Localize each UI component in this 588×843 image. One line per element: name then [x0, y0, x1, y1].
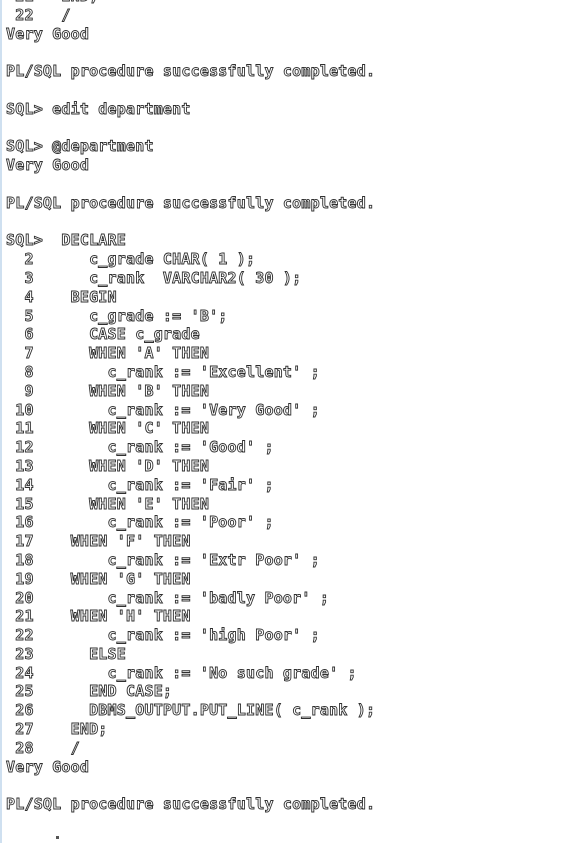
text-cursor — [56, 836, 59, 839]
console-line: Very Good — [6, 156, 90, 175]
console-line: 26 DBMS_OUTPUT.PUT_LINE( c_rank ); — [6, 701, 376, 720]
console-line: 10 c_rank := 'Very Good' ; — [6, 400, 320, 419]
console-line: 25 END CASE; — [6, 682, 173, 701]
console-line: 7 WHEN 'A' THEN — [6, 344, 210, 363]
console-line: 18 c_rank := 'Extr Poor' ; — [6, 550, 320, 569]
console-output: 21 END; 22 /Very GoodPL/SQL procedure su… — [6, 0, 586, 833]
console-line: 27 END; — [6, 720, 108, 739]
console-line: 11 WHEN 'C' THEN — [6, 419, 210, 438]
console-line: Very Good — [6, 24, 90, 43]
console-line: 14 c_rank := 'Fair' ; — [6, 475, 274, 494]
console-line: 12 c_rank := 'Good' ; — [6, 438, 274, 457]
console-line: 21 WHEN 'H' THEN — [6, 607, 191, 626]
console-line: 6 CASE c_grade — [6, 325, 200, 344]
console-line: 23 ELSE — [6, 644, 126, 663]
console-line: 2 c_grade CHAR( 1 ); — [6, 250, 256, 269]
console-line: 5 c_grade := 'B'; — [6, 306, 228, 325]
console-line: PL/SQL procedure successfully completed. — [6, 62, 376, 81]
console-line: PL/SQL procedure successfully completed. — [6, 795, 376, 814]
console-line: SQL> DECLARE — [6, 231, 127, 250]
sqlplus-console[interactable]: 21 END; 22 /Very GoodPL/SQL procedure su… — [0, 0, 586, 843]
console-line: 15 WHEN 'E' THEN — [6, 494, 210, 513]
console-line: 16 c_rank := 'Poor' ; — [6, 513, 274, 532]
console-line: 22 c_rank := 'high Poor' ; — [6, 626, 320, 645]
console-line: 20 c_rank := 'badly Poor' ; — [6, 588, 330, 607]
console-line: 24 c_rank := 'No such grade' ; — [6, 663, 357, 682]
console-line: 22 / — [6, 5, 71, 24]
console-line: 13 WHEN 'D' THEN — [6, 456, 210, 475]
console-line: SQL> @department — [6, 137, 154, 156]
console-line: 3 c_rank VARCHAR2( 30 ); — [6, 268, 302, 288]
console-line: 4 BEGIN — [6, 287, 117, 306]
console-line: 28 / — [6, 738, 80, 757]
console-line: 9 WHEN 'B' THEN — [6, 381, 210, 400]
console-line: 17 WHEN 'F' THEN — [6, 532, 191, 551]
console-line: SQL> edit department — [6, 99, 191, 118]
console-line: PL/SQL procedure successfully completed. — [6, 193, 376, 212]
console-line: 8 c_rank := 'Excellent' ; — [6, 362, 320, 381]
console-line: 19 WHEN 'G' THEN — [6, 569, 191, 588]
console-line: Very Good — [6, 757, 90, 776]
